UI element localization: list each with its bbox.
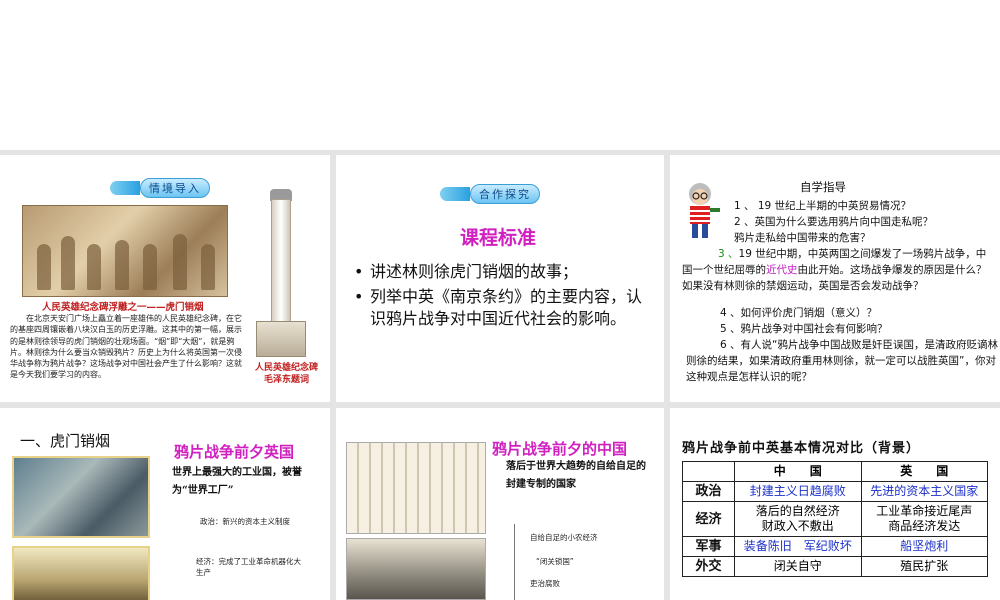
table-cell: 船坚炮利 [860,536,988,557]
row-label: 政治 [682,481,735,502]
section-badge: 情境导入 [110,177,210,199]
china-summary: 落后于世界大趋势的自给自足的封建专制的国家 [506,461,646,490]
slide-thumbnail-6[interactable]: 鸦片战争前中英基本情况对比（背景） 中 国 英 国 政治 封建主义日趋腐败 先进… [670,408,1000,600]
slide-title: 鸦片战争前中英基本情况对比（背景） [682,441,921,456]
table-row: 外交 闭关自守 殖民扩张 [682,556,988,577]
table-cell: 先进的资本主义国家 [860,481,988,502]
china-policy-note: “闭关锁国” [536,557,574,566]
divider-line [514,524,515,600]
intro-paragraph: 在北京天安门广场上矗立着一座雄伟的人民英雄纪念碑，在它的基座四周镶嵌着八块汉白玉… [10,314,242,380]
steam-engine-photo [12,546,150,600]
column-header-britain: 英 国 [860,461,988,482]
row-label: 外交 [682,556,735,577]
bullet-item: • 讲述林则徐虎门销烟的故事； [354,262,579,281]
monument-subcaption: 毛泽东题词 [264,375,310,385]
guide-title: 自学指导 [800,180,846,194]
question-2: 2 、英国为什么要选用鸦片向中国走私呢？ [734,216,934,228]
teacher-cartoon-icon [689,183,720,238]
question-2-sub: 鸦片走私给中国带来的危害？ [734,232,871,244]
britain-summary: 世界上最强大的工业国，被誉为“世界工厂” [172,467,302,496]
slide-title: 鸦片战争前夕的中国 [492,440,628,458]
slide-thumbnail-4[interactable]: 一、虎门销烟 鸦片战争前夕英国 世界上最强大的工业国，被誉为“世界工厂” 政治：… [0,408,330,600]
badge-label: 合作探究 [470,184,540,204]
badge-wing-icon [440,187,470,201]
britain-politics-note: 政治：新兴的资本主义制度 [200,517,290,526]
slide-thumbnail-5[interactable]: 鸦片战争前夕的中国 落后于世界大趋势的自给自足的封建专制的国家 自给自足的小农经… [336,408,664,600]
section-badge: 合作探究 [440,183,540,205]
column-header-china: 中 国 [734,461,862,482]
port-drawing-image [346,442,486,534]
table-cell: 工业革命接近尾声 商品经济发达 [860,501,988,537]
table-row: 军事 装备陈旧 军纪败坏 船坚炮利 [682,536,988,557]
badge-wing-icon [110,181,140,195]
slide-thumbnail-1[interactable]: 情境导入 人民英雄纪念碑浮雕之一——虎门销烟 在北京天安门广场上矗立着一座雄伟的… [0,155,330,402]
monument-image [256,189,306,357]
table-cell: 闭关自守 [734,556,862,577]
table-cell: 落后的自然经济 财政入不敷出 [734,501,862,537]
question-1: 1 、 19 世纪上半期的中英贸易情况？ [734,200,912,212]
slide-title: 课程标准 [460,227,537,249]
slide-thumbnail-2[interactable]: 合作探究 课程标准 • 讲述林则徐虎门销烟的故事； • 列举中英《南京条约》的主要内… [336,155,664,402]
question-5: 5 、鸦片战争对中国社会有何影响？ [720,323,888,335]
relief-caption: 人民英雄纪念碑浮雕之一——虎门销烟 [42,302,204,313]
china-politics-note: 吏治腐败 [530,579,560,588]
table-cell: 封建主义日趋腐败 [734,481,862,502]
question-4: 4 、如何评价虎门销烟（意义）？ [720,307,878,319]
blank-header-area [0,0,1000,150]
farming-photo [346,538,486,600]
question-3: 3 、19 世纪中期，中英两国之间爆发了一场鸦片战争，中国一个世纪屈辱的近代史由… [682,248,987,293]
relief-sculpture-image [22,205,228,297]
factory-photo [12,456,150,538]
comparison-table: 中 国 英 国 政治 封建主义日趋腐败 先进的资本主义国家 经济 落后的自然经济… [682,461,988,577]
slide-thumbnail-3[interactable]: 自学指导 1 、 19 世纪上半期的中英贸易情况？ 2 、英国为什么要选用鸦片向… [670,155,1000,402]
table-row: 经济 落后的自然经济 财政入不敷出 工业革命接近尾声 商品经济发达 [682,501,988,537]
table-cell: 装备陈旧 军纪败坏 [734,536,862,557]
question-6: 6 、有人说“鸦片战争中国战败是奸臣误国，是清政府贬谪林则徐的结果，如果清政府重… [686,339,998,384]
table-row: 政治 封建主义日趋腐败 先进的资本主义国家 [682,481,988,502]
slide-title: 鸦片战争前夕英国 [174,443,295,461]
badge-label: 情境导入 [140,178,210,198]
bullet-item: • 列举中英《南京条约》的主要内容，认识鸦片战争对中国近代社会的影响。 [354,287,643,328]
section-heading: 一、虎门销烟 [20,432,111,450]
china-economy-note: 自给自足的小农经济 [530,533,598,542]
table-header-row: 中 国 英 国 [682,461,988,482]
row-label: 经济 [682,501,735,537]
britain-economy-note: 经济：完成了工业革命机器化大生产 [196,557,301,577]
bullet-list: • 讲述林则徐虎门销烟的故事； • 列举中英《南京条约》的主要内容，认识鸦片战争对中… [354,261,654,333]
row-label: 军事 [682,536,735,557]
table-cell: 殖民扩张 [860,556,988,577]
